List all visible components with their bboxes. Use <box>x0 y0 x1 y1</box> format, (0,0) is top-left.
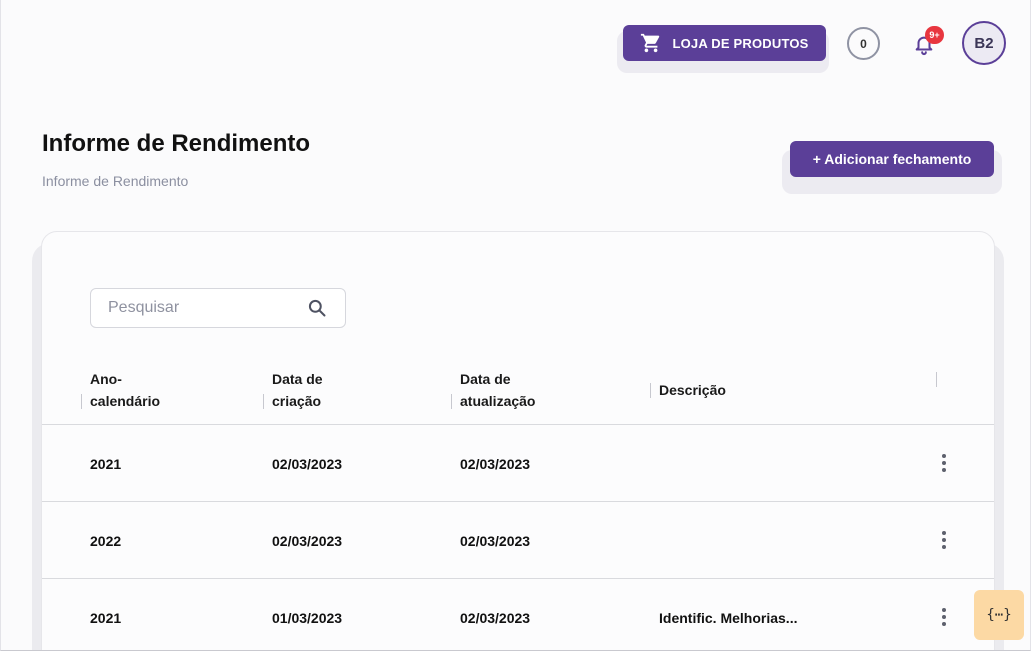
row-actions-menu-icon[interactable] <box>936 529 952 551</box>
cell-ano: 2022 <box>90 533 122 549</box>
page-title: Informe de Rendimento <box>42 130 311 157</box>
column-separator <box>263 394 264 409</box>
search-icon[interactable] <box>307 298 327 318</box>
user-avatar[interactable]: B2 <box>962 21 1006 65</box>
cell-atualizacao: 02/03/2023 <box>460 610 531 626</box>
column-separator <box>81 394 82 409</box>
column-header-atualizacao-line2: atualização <box>460 393 536 409</box>
notification-count-badge: 9+ <box>925 26 944 44</box>
store-button[interactable]: LOJA DE PRODUTOS <box>623 25 826 61</box>
cell-criacao: 02/03/2023 <box>272 533 343 549</box>
row-actions-menu-icon[interactable] <box>936 452 952 474</box>
add-closing-button[interactable]: + Adicionar fechamento <box>790 141 994 177</box>
cell-criacao: 02/03/2023 <box>272 456 343 472</box>
column-header-descricao[interactable]: Descrição <box>659 379 726 401</box>
cell-criacao: 01/03/2023 <box>272 610 343 626</box>
search-box <box>90 288 346 328</box>
store-button-label: LOJA DE PRODUTOS <box>672 35 809 51</box>
column-separator <box>650 383 651 398</box>
row-divider <box>42 501 994 502</box>
column-header-criacao-line2: criação <box>272 393 322 409</box>
column-separator <box>451 394 452 409</box>
breadcrumb: Informe de Rendimento <box>42 173 189 189</box>
app-window: LOJA DE PRODUTOS 0 9+ B2 Informe de Rend… <box>0 0 1031 651</box>
search-input[interactable] <box>91 289 301 327</box>
shopping-cart-icon <box>641 33 660 53</box>
report-table-card: Ano- calendário Data de criação Data de … <box>41 231 995 650</box>
row-divider <box>42 424 994 425</box>
cell-ano: 2021 <box>90 456 122 472</box>
cell-descricao: Identific. Melhorias... <box>659 610 798 626</box>
column-header-atualizacao[interactable]: Data de atualização <box>460 368 535 412</box>
column-header-criacao[interactable]: Data de criação <box>272 368 323 412</box>
row-actions-menu-icon[interactable] <box>936 606 952 628</box>
counter-badge[interactable]: 0 <box>847 27 880 60</box>
column-separator <box>936 372 937 387</box>
dev-tools-button[interactable]: {⋯} <box>974 590 1024 640</box>
cell-atualizacao: 02/03/2023 <box>460 456 531 472</box>
column-header-ano-line1: Ano- <box>90 371 122 387</box>
row-divider <box>42 578 994 579</box>
cell-atualizacao: 02/03/2023 <box>460 533 531 549</box>
column-header-criacao-line1: Data de <box>272 371 323 387</box>
column-header-atualizacao-line1: Data de <box>460 371 511 387</box>
column-header-ano[interactable]: Ano- calendário <box>90 368 160 412</box>
column-header-ano-line2: calendário <box>90 393 161 409</box>
cell-ano: 2021 <box>90 610 122 626</box>
